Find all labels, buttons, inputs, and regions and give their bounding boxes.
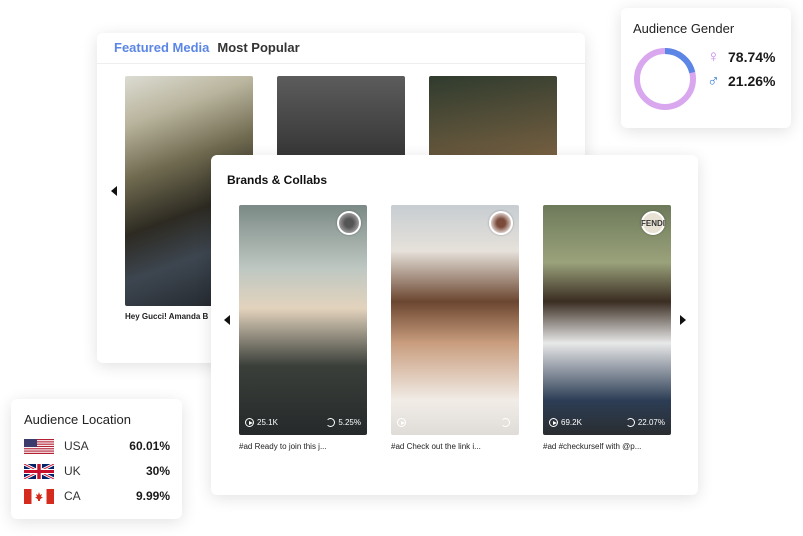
play-icon <box>397 418 406 427</box>
media-tabs: Featured Media Most Popular <box>114 40 300 64</box>
gender-donut-chart <box>634 48 696 110</box>
female-icon: ♀ <box>707 47 720 66</box>
post-caption: #ad Check out the link i... <box>391 442 481 451</box>
brand-post[interactable]: 25.1K 5.25% #ad Ready to join this j... <box>239 205 367 453</box>
chevron-right-icon[interactable] <box>680 315 686 325</box>
location-title: Audience Location <box>24 412 131 427</box>
post-views: 69.2K <box>561 418 582 427</box>
gender-title: Audience Gender <box>633 21 735 36</box>
canada-flag-icon <box>24 488 54 504</box>
male-icon: ♂ <box>707 71 720 90</box>
post-stats: 69.2K 22.07% <box>549 418 665 427</box>
repeat-icon <box>625 418 635 427</box>
country-percent: 9.99% <box>135 489 170 503</box>
audience-gender-card: Audience Gender ♀ 78.74% ♂ 21.26% <box>621 8 791 128</box>
country-percent: 30% <box>145 464 170 478</box>
country-name: CA <box>64 489 81 503</box>
play-icon <box>245 418 254 427</box>
country-name: UK <box>64 464 81 478</box>
post-views: 25.1K <box>257 418 278 427</box>
brands-title: Brands & Collabs <box>227 173 328 187</box>
uk-flag-icon <box>24 463 54 479</box>
tab-divider <box>97 63 585 64</box>
play-icon <box>549 418 558 427</box>
usa-flag-icon <box>24 438 54 454</box>
gender-row-male: ♂ 21.26% <box>707 72 775 89</box>
post-engagement: 5.25% <box>338 418 361 427</box>
country-name: USA <box>64 439 89 453</box>
male-percent: 21.26% <box>728 72 776 89</box>
brand-avatar: FENDI <box>641 211 665 235</box>
post-engagement: 22.07% <box>637 418 665 427</box>
tab-featured-media[interactable]: Featured Media <box>114 40 210 64</box>
gender-row-female: ♀ 78.74% <box>707 48 775 65</box>
audience-location-card: Audience Location USA 60.01% UK 30% CA 9… <box>11 399 182 519</box>
chevron-left-icon[interactable] <box>111 186 117 196</box>
brand-post-thumbnail[interactable]: FENDI 69.2K 22.07% <box>543 205 671 435</box>
brand-post[interactable]: #ad Check out the link i... <box>391 205 519 453</box>
location-row-usa: USA 60.01% <box>24 438 170 454</box>
repeat-icon <box>326 418 336 427</box>
brand-post-thumbnail[interactable]: 25.1K 5.25% <box>239 205 367 435</box>
location-row-uk: UK 30% <box>24 463 170 479</box>
location-row-ca: CA 9.99% <box>24 488 170 504</box>
brands-collabs-card: Brands & Collabs 25.1K 5.25% #ad Ready t… <box>211 155 698 495</box>
post-stats <box>397 418 513 427</box>
post-caption: #ad #checkurself with @p... <box>543 442 642 451</box>
brand-post[interactable]: FENDI 69.2K 22.07% #ad #checkurself with… <box>543 205 671 453</box>
chevron-left-icon[interactable] <box>224 315 230 325</box>
female-percent: 78.74% <box>728 48 776 65</box>
country-percent: 60.01% <box>129 439 170 453</box>
brand-avatar <box>489 211 513 235</box>
post-caption: #ad Ready to join this j... <box>239 442 327 451</box>
repeat-icon <box>501 418 510 427</box>
brand-post-thumbnail[interactable] <box>391 205 519 435</box>
post-stats: 25.1K 5.25% <box>245 418 361 427</box>
brand-avatar <box>337 211 361 235</box>
tab-most-popular[interactable]: Most Popular <box>217 40 299 64</box>
